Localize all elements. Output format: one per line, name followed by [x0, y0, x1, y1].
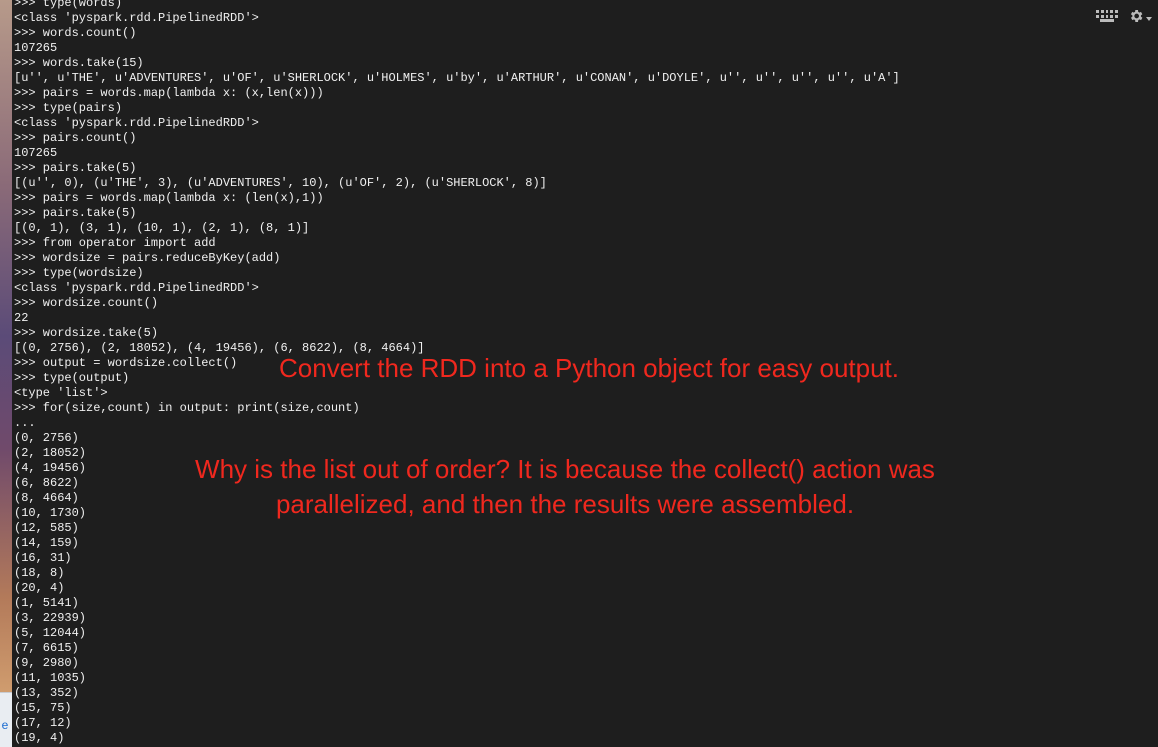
- terminal-line: >>> words.take(15): [14, 56, 144, 70]
- terminal-line: >>> pairs = words.map(lambda x: (len(x),…: [14, 191, 324, 205]
- terminal-line: 22: [14, 311, 29, 325]
- terminal-line: <class 'pyspark.rdd.PipelinedRDD'>: [14, 116, 259, 130]
- annotation-why: Why is the list out of order? It is beca…: [152, 452, 978, 522]
- terminal-line: (13, 352): [14, 686, 79, 700]
- terminal-line: (19, 4): [14, 731, 65, 745]
- terminal-line: (1, 5141): [14, 596, 79, 610]
- terminal-line: (11, 1035): [14, 671, 87, 685]
- terminal-line: >>> wordsize = pairs.reduceByKey(add): [14, 251, 281, 265]
- annotation-why-line2: parallelized, and then the results were …: [275, 489, 855, 519]
- gear-glyph: [1130, 10, 1143, 22]
- chevron-down-icon: [1146, 17, 1152, 21]
- terminal-line: (3, 22939): [14, 611, 87, 625]
- terminal-line: >>> words.count(): [14, 26, 137, 40]
- terminal-line: [(0, 1), (3, 1), (10, 1), (2, 1), (8, 1)…: [14, 221, 310, 235]
- terminal-line: (12, 585): [14, 521, 79, 535]
- terminal-line: >>> from operator import add: [14, 236, 216, 250]
- terminal-line: >>> type(pairs): [14, 101, 123, 115]
- terminal-line: (16, 31): [14, 551, 72, 565]
- terminal-line: >>> wordsize.take(5): [14, 326, 159, 340]
- terminal-toolbar: [1096, 6, 1152, 26]
- terminal-line: (0, 2756): [14, 431, 79, 445]
- terminal-line: (18, 8): [14, 566, 65, 580]
- terminal-line: (5, 12044): [14, 626, 87, 640]
- terminal-line: >>> pairs.count(): [14, 131, 137, 145]
- terminal-line: ...: [14, 416, 36, 430]
- terminal-line: (15, 75): [14, 701, 72, 715]
- annotation-why-line1: Why is the list out of order? It is beca…: [195, 454, 935, 484]
- gear-icon[interactable]: [1128, 6, 1152, 26]
- terminal-line: >>> wordsize.count(): [14, 296, 159, 310]
- terminal-line: >>> type(words): [14, 0, 123, 10]
- terminal-line: [u'', u'THE', u'ADVENTURES', u'OF', u'SH…: [14, 71, 900, 85]
- terminal-line: (20, 4): [14, 581, 65, 595]
- terminal-line: (17, 12): [14, 716, 72, 730]
- terminal-line: (9, 2980): [14, 656, 79, 670]
- terminal-line: (7, 6615): [14, 641, 79, 655]
- terminal-line: <class 'pyspark.rdd.PipelinedRDD'>: [14, 281, 259, 295]
- terminal-line: >>> pairs.take(5): [14, 161, 137, 175]
- terminal-line: 107265: [14, 146, 58, 160]
- terminal-line: >>> pairs = words.map(lambda x: (x,len(x…: [14, 86, 324, 100]
- terminal-line: >>> for(size,count) in output: print(siz…: [14, 401, 360, 415]
- terminal-line: [(u'', 0), (u'THE', 3), (u'ADVENTURES', …: [14, 176, 547, 190]
- terminal-line: >>> pairs.take(5): [14, 206, 137, 220]
- terminal-line: (14, 159): [14, 536, 79, 550]
- terminal-line: <class 'pyspark.rdd.PipelinedRDD'>: [14, 11, 259, 25]
- terminal-line: >>> type(wordsize): [14, 266, 144, 280]
- keyboard-icon[interactable]: [1096, 10, 1118, 22]
- terminal-line: <type 'list'>: [14, 386, 108, 400]
- screen: e >>> type(words) <class 'pyspark.rdd.Pip…: [0, 0, 1158, 747]
- terminal-line: 107265: [14, 41, 58, 55]
- annotation-convert: Convert the RDD into a Python object for…: [279, 353, 900, 383]
- background-window-letter: e: [1, 718, 9, 732]
- desktop-wallpaper-strip: [0, 0, 12, 747]
